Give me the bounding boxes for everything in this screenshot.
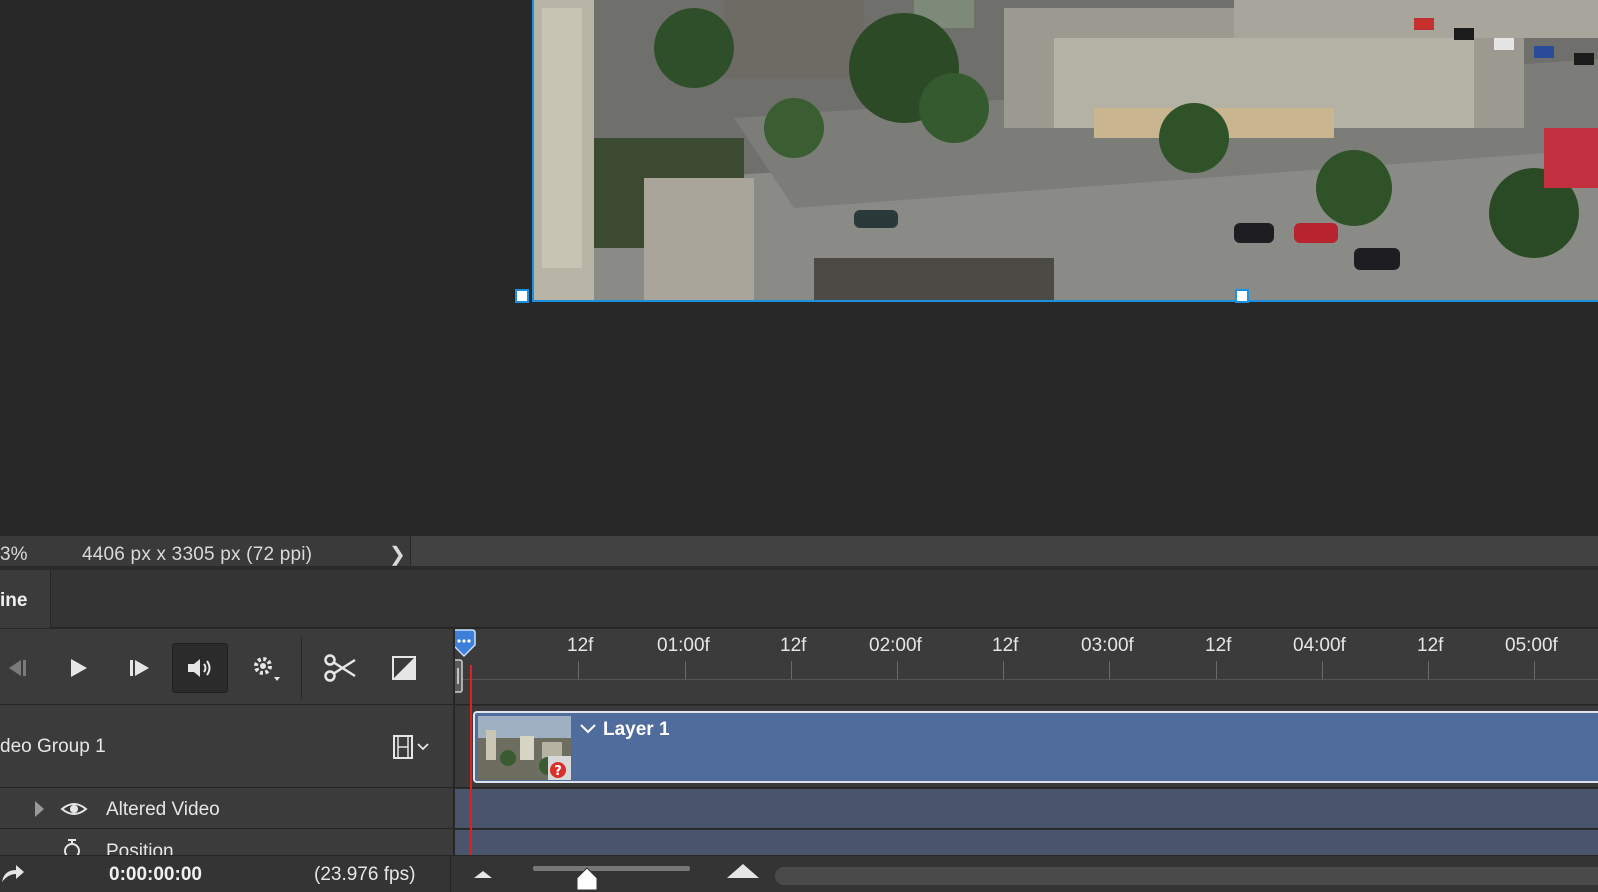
missing-media-icon: ?: [548, 756, 571, 780]
prev-frame-icon: [9, 660, 26, 676]
scissors-icon: [324, 654, 356, 682]
playhead-handle-icon[interactable]: [455, 629, 479, 659]
video-track[interactable]: ? Layer 1: [455, 706, 1598, 788]
document-canvas[interactable]: [0, 0, 1598, 536]
aerial-city-photo: [534, 0, 1598, 300]
timeline-layers-panel: deo Group 1 Altered Video Position: [0, 629, 454, 862]
eye-icon[interactable]: [60, 799, 88, 819]
work-area-start-icon[interactable]: [455, 659, 465, 693]
status-bar: 3% 4406 px x 3305 px (72 ppi) ❯: [0, 536, 1598, 570]
ruler-tick: [897, 661, 898, 679]
zoom-out-icon[interactable]: [472, 868, 494, 880]
document-dimensions: 4406 px x 3305 px (72 ppi): [82, 544, 313, 565]
time-ruler[interactable]: 12f 01:00f 12f 02:00f 12f 03:00f 12f 04:…: [455, 629, 1598, 705]
play-button[interactable]: [58, 643, 98, 693]
divider: [455, 679, 1598, 680]
chevron-down-icon[interactable]: [579, 723, 597, 735]
altered-video-row[interactable]: Altered Video: [0, 789, 454, 829]
transition-icon: [392, 656, 416, 680]
transform-handle-bottom-left[interactable]: [515, 289, 529, 303]
transform-handle-bottom-center[interactable]: [1235, 289, 1249, 303]
next-frame-button[interactable]: [120, 643, 160, 693]
zoom-in-icon[interactable]: [725, 862, 761, 880]
zoom-level[interactable]: 3%: [0, 544, 27, 566]
position-track[interactable]: [455, 830, 1598, 855]
convert-to-frame-animation-icon[interactable]: [0, 862, 26, 886]
ruler-tick: [1534, 661, 1535, 679]
prev-frame-button[interactable]: [0, 643, 32, 693]
next-frame-icon: [130, 660, 149, 676]
canvas-image[interactable]: [532, 0, 1598, 302]
ruler-tick: [1003, 661, 1004, 679]
add-media-button[interactable]: [392, 734, 430, 760]
ruler-tick: [1109, 661, 1110, 679]
divider: [450, 856, 451, 892]
ruler-label: 02:00f: [869, 635, 922, 656]
divider: [301, 637, 302, 699]
ruler-tick: [578, 661, 579, 679]
timeline-tracks[interactable]: 12f 01:00f 12f 02:00f 12f 03:00f 12f 04:…: [455, 629, 1598, 855]
altered-video-track[interactable]: [455, 789, 1598, 829]
zoom-slider-thumb[interactable]: [575, 866, 599, 892]
audio-toggle-button[interactable]: [172, 643, 228, 693]
ruler-label: 05:00f: [1505, 635, 1558, 656]
ruler-tick: [1322, 661, 1323, 679]
horizontal-scrollbar[interactable]: [775, 867, 1598, 885]
split-at-playhead-button[interactable]: [318, 643, 362, 693]
status-menu-arrow-icon[interactable]: ❯: [389, 542, 406, 567]
panel-tab-bar: ine: [0, 570, 1598, 628]
clip-thumbnail: ?: [478, 716, 571, 780]
ruler-label: 12f: [992, 635, 1019, 656]
timeline-footer: 0:00:00:00 (23.976 fps): [0, 855, 1598, 892]
video-clip[interactable]: ? Layer 1: [473, 711, 1598, 783]
clip-name: Layer 1: [603, 719, 670, 740]
gear-icon: [254, 657, 280, 681]
svg-text:?: ?: [554, 764, 562, 779]
tab-timeline-label: ine: [0, 590, 28, 611]
chevron-down-icon: [417, 743, 429, 751]
ruler-label: 01:00f: [657, 635, 710, 656]
ruler-label: 12f: [1417, 635, 1444, 656]
ruler-label: 12f: [1205, 635, 1232, 656]
current-time[interactable]: 0:00:00:00: [109, 864, 202, 886]
speaker-icon: [188, 659, 211, 677]
frame-rate: (23.976 fps): [314, 864, 416, 885]
ruler-label: 12f: [780, 635, 807, 656]
ruler-tick: [685, 661, 686, 679]
play-icon: [71, 659, 87, 677]
ruler-label: 04:00f: [1293, 635, 1346, 656]
status-info: 3% 4406 px x 3305 px (72 ppi) ❯: [0, 536, 411, 570]
video-group-row[interactable]: deo Group 1: [0, 706, 454, 788]
playback-controls: [0, 629, 454, 705]
transition-button[interactable]: [382, 643, 426, 693]
film-strip-icon: [393, 735, 413, 759]
render-settings-button[interactable]: [245, 643, 285, 693]
ruler-label: 03:00f: [1081, 635, 1134, 656]
ruler-label: 12f: [567, 635, 594, 656]
expand-arrow-icon[interactable]: [32, 799, 46, 819]
altered-video-label: Altered Video: [106, 799, 220, 820]
tab-timeline[interactable]: ine: [0, 570, 51, 628]
zoom-slider[interactable]: [533, 866, 690, 871]
ruler-tick: [1216, 661, 1217, 679]
ruler-tick: [791, 661, 792, 679]
ruler-tick: [1428, 661, 1429, 679]
video-group-name: deo Group 1: [0, 736, 106, 757]
playhead-line: [470, 665, 472, 855]
